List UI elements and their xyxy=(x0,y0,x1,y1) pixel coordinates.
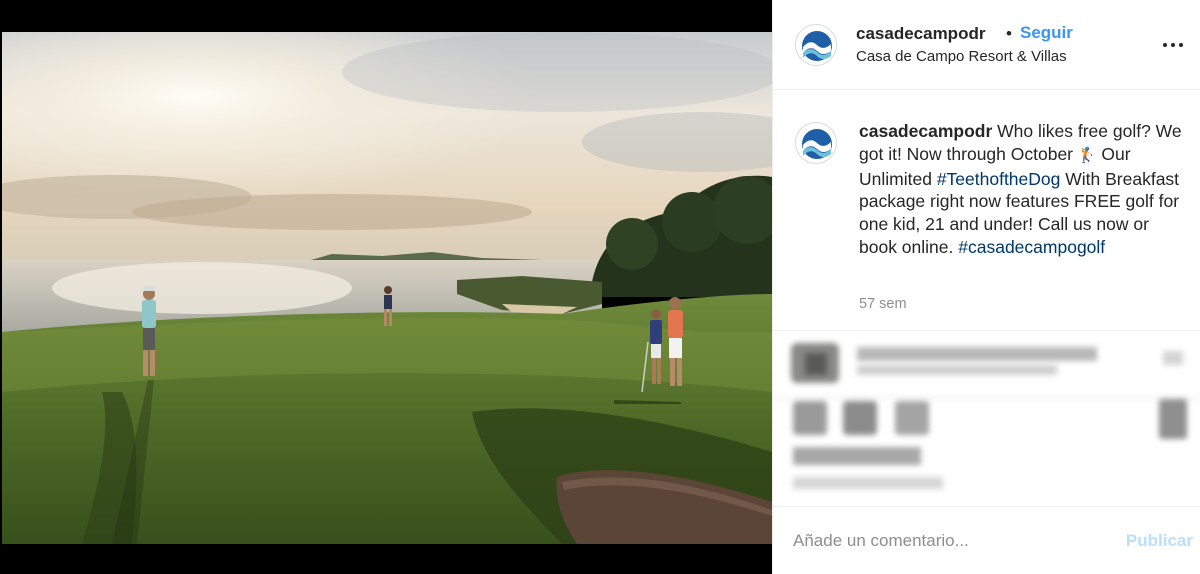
caption-username[interactable]: casadecampodr xyxy=(859,121,992,141)
caption-text: casadecampodr Who likes free golf? We go… xyxy=(859,120,1189,259)
comment-bar: Publicar xyxy=(773,506,1200,574)
post-header: casadecampodr • Seguir Casa de Campo Res… xyxy=(773,0,1200,90)
header-username[interactable]: casadecampodr xyxy=(856,24,985,44)
follow-button[interactable]: Seguir xyxy=(1020,23,1073,43)
post-side-panel: casadecampodr • Seguir Casa de Campo Res… xyxy=(772,0,1200,574)
hashtag-link[interactable]: #TeethoftheDog xyxy=(937,169,1061,189)
hashtag-link[interactable]: #casadecampogolf xyxy=(958,237,1105,257)
caption-avatar[interactable] xyxy=(795,122,837,164)
golfer-emoji-icon: 🏌 xyxy=(1077,146,1097,164)
wave-logo-icon xyxy=(802,129,832,159)
separator-dot: • xyxy=(1006,24,1012,43)
comment-input[interactable] xyxy=(793,527,1093,555)
golf-course-image xyxy=(2,32,772,544)
post-caption: casadecampodr Who likes free golf? We go… xyxy=(773,90,1200,330)
post-photo[interactable] xyxy=(2,32,772,544)
location-link[interactable]: Casa de Campo Resort & Villas xyxy=(856,48,1067,65)
publish-button[interactable]: Publicar xyxy=(1126,531,1193,551)
more-horizontal-icon[interactable] xyxy=(1161,36,1185,54)
wave-logo-icon xyxy=(802,31,832,61)
post-timestamp[interactable]: 57 sem xyxy=(859,296,907,312)
obscured-content xyxy=(773,330,1200,506)
avatar[interactable] xyxy=(795,24,837,66)
post-media[interactable] xyxy=(0,0,772,574)
